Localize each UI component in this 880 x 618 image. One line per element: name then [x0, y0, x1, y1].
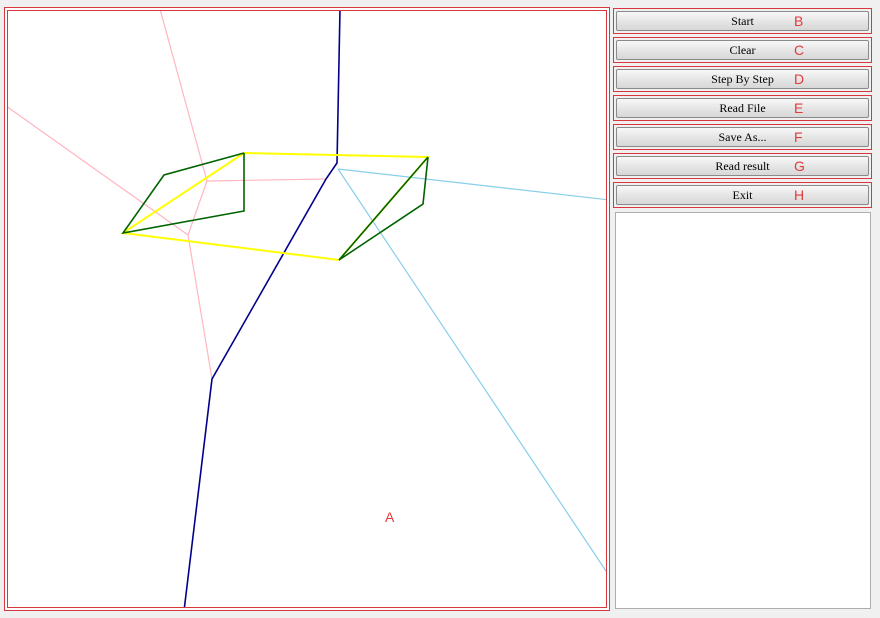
read-file-button-marker: E — [794, 100, 804, 116]
clear-button-marker: C — [794, 42, 805, 58]
exit-button-marker: H — [794, 187, 805, 203]
read-result-button-marker: G — [794, 158, 805, 174]
start-button-frame: Start B — [613, 8, 872, 34]
convex-hull — [120, 151, 431, 262]
voronoi-edge — [337, 168, 606, 201]
canvas-frame: A — [4, 7, 610, 611]
left-voronoi-edges — [8, 11, 327, 380]
read-file-button-frame: Read File E — [613, 95, 872, 121]
exit-button-frame: Exit H — [613, 182, 872, 208]
voronoi-edge — [187, 234, 213, 380]
read-file-button-label: Read File — [719, 100, 766, 115]
step-by-step-button-frame: Step By Step D — [613, 66, 872, 92]
clear-button-frame: Clear C — [613, 37, 872, 63]
save-as-button-label: Save As... — [718, 129, 767, 144]
step-by-step-button[interactable]: Step By Step — [616, 69, 869, 89]
canvas-marker: A — [385, 509, 395, 525]
start-button-label: Start — [731, 13, 754, 28]
read-result-button-frame: Read result G — [613, 153, 872, 179]
step-by-step-button-label: Step By Step — [711, 71, 774, 86]
exit-button-label: Exit — [732, 187, 753, 202]
hyperplane-line — [183, 11, 341, 607]
voronoi-diagram — [8, 11, 606, 607]
clear-button[interactable]: Clear — [616, 40, 869, 60]
exit-button[interactable]: Exit — [616, 185, 869, 205]
start-button[interactable]: Start — [616, 11, 869, 31]
save-as-button[interactable]: Save As... — [616, 127, 869, 147]
read-file-button[interactable]: Read File — [616, 98, 869, 118]
save-as-button-marker: F — [794, 129, 803, 145]
triangulation-edge — [338, 156, 429, 261]
voronoi-edge — [8, 106, 189, 236]
start-button-marker: B — [794, 13, 804, 29]
voronoi-edge — [337, 168, 606, 573]
drawing-canvas[interactable]: A — [7, 10, 607, 608]
read-result-button[interactable]: Read result — [616, 156, 869, 176]
save-as-button-frame: Save As... F — [613, 124, 872, 150]
right-voronoi-edges — [337, 168, 606, 573]
voronoi-edge — [159, 11, 208, 182]
read-result-button-label: Read result — [715, 158, 770, 173]
voronoi-edge — [206, 178, 327, 182]
step-by-step-button-marker: D — [794, 71, 805, 87]
output-text-panel[interactable] — [615, 212, 871, 609]
triangulation-edges — [121, 152, 429, 261]
clear-button-label: Clear — [729, 42, 756, 57]
